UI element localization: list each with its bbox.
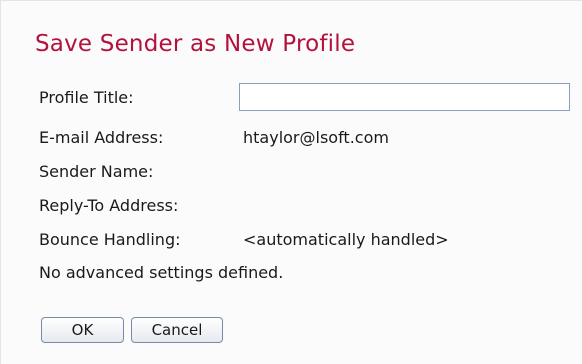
advanced-settings-note: No advanced settings defined. [39,263,284,282]
cancel-button[interactable]: Cancel [131,317,223,343]
dialog-title: Save Sender as New Profile [35,31,356,57]
bounce-handling-value: <automatically handled> [243,230,449,249]
email-address-value: htaylor@lsoft.com [243,128,389,147]
email-address-label: E-mail Address: [39,128,164,147]
sender-name-label: Sender Name: [39,162,154,181]
ok-button[interactable]: OK [41,317,124,343]
profile-title-label: Profile Title: [39,88,134,107]
reply-to-address-label: Reply-To Address: [39,196,179,215]
save-sender-dialog: Save Sender as New Profile Profile Title… [0,0,582,364]
bounce-handling-label: Bounce Handling: [39,230,181,249]
profile-title-input[interactable] [239,83,570,111]
